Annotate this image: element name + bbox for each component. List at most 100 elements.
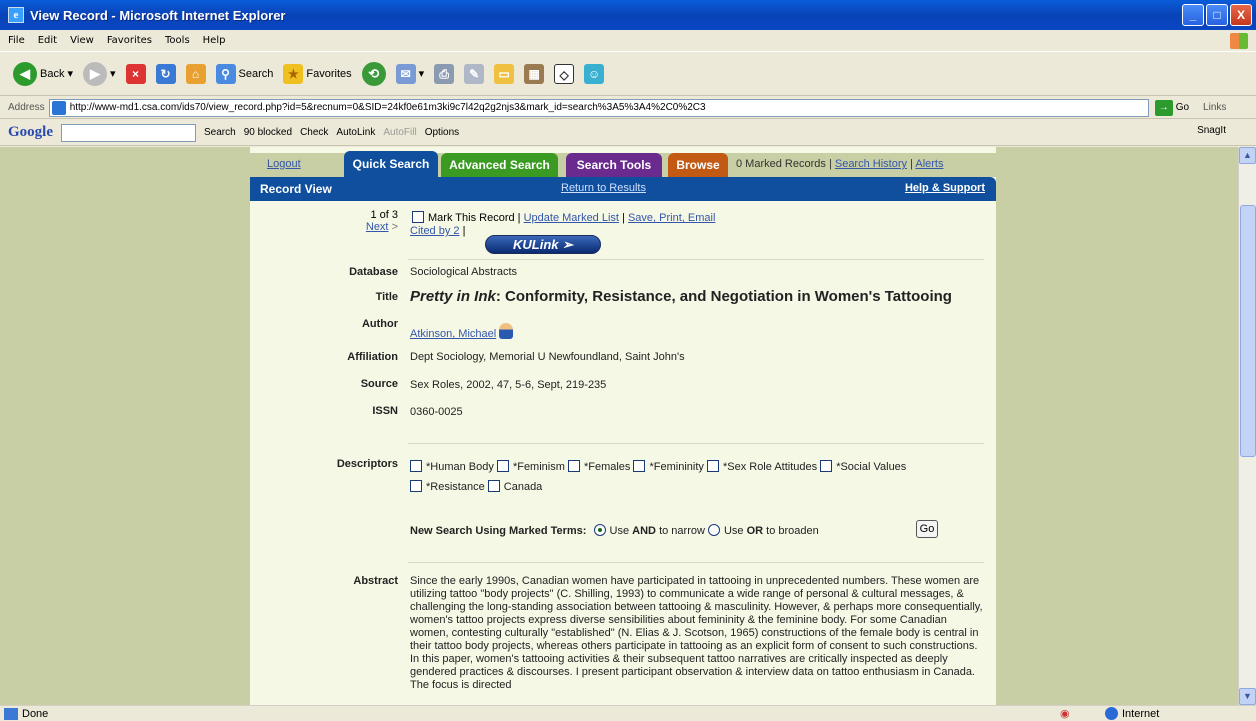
page-done-icon [4,707,18,720]
return-to-results-link[interactable]: Return to Results [561,182,646,194]
research-button[interactable]: ▦ [521,63,547,84]
abstract-text: Since the early 1990s, Canadian women ha… [410,575,983,691]
page-icon [51,100,66,115]
descriptor-checkbox[interactable] [410,480,422,492]
tab-search-tools[interactable]: Search Tools [566,153,662,177]
alerts-link[interactable]: Alerts [915,158,943,170]
marked-records-bar: 0 Marked Records | Search History | Aler… [736,158,944,170]
tab-quick-search[interactable]: Quick Search [344,151,438,177]
menu-tools[interactable]: Tools [165,35,190,46]
author-link[interactable]: Atkinson, Michael [410,328,496,340]
menu-help[interactable]: Help [203,35,226,46]
go-search-button[interactable]: Go [916,520,938,538]
home-button[interactable]: ⌂ [183,63,209,84]
address-bar: Address http://www-md1.csa.com/ids70/vie… [0,97,1256,119]
descriptor-item[interactable]: *Social Values [820,460,906,473]
print-button[interactable]: ⎙ [431,63,457,84]
edit-button[interactable]: ✎ [461,63,487,84]
search-history-link[interactable]: Search History [835,158,907,170]
mail-button[interactable]: ✉ ▾ [393,63,428,84]
menu-edit[interactable]: Edit [38,35,57,46]
windows-logo-icon [1230,33,1248,49]
spell-check-button[interactable]: Check [300,127,328,138]
window-icon: ◇ [554,63,575,84]
record-position: 1 of 3 [370,209,398,221]
address-input[interactable]: http://www-md1.csa.com/ids70/view_record… [48,98,1149,117]
scroll-down-button[interactable]: ▼ [1239,688,1256,705]
menu-view[interactable]: View [70,35,94,46]
database-label: Database [349,266,398,278]
folder-button[interactable]: ▭ [491,63,517,84]
and-radio[interactable] [593,524,606,536]
descriptor-item[interactable]: *Femininity [633,460,704,473]
descriptor-checkbox[interactable] [633,460,646,472]
snagit-button[interactable]: SnagIt [1197,125,1226,136]
search-tabs: Logout Quick Search Advanced Search Sear… [250,151,996,177]
autolink-button[interactable]: AutoLink [336,127,375,138]
go-arrow-icon: → [1154,99,1173,116]
minimize-button[interactable]: _ [1182,4,1204,26]
options-button[interactable]: Options [425,127,459,138]
person-icon[interactable] [499,323,514,339]
tab-advanced-search[interactable]: Advanced Search [441,153,558,177]
next-link[interactable]: Next [366,221,389,233]
home-icon: ⌂ [185,63,206,84]
favorites-button[interactable]: ★ Favorites [280,63,354,84]
descriptor-item[interactable]: *Resistance [410,480,485,493]
refresh-icon: ↻ [155,63,176,84]
stop-icon: × [125,63,146,84]
descriptor-item[interactable]: Canada [487,480,542,493]
search-button[interactable]: ⚲ Search [213,63,277,84]
close-button[interactable]: X [1230,4,1252,26]
help-support-link[interactable]: Help & Support [905,182,985,194]
descriptor-item[interactable]: *Feminism [496,460,565,473]
forward-arrow-icon: ▶ [83,61,107,86]
back-button[interactable]: ◀ Back ▾ [10,61,76,86]
descriptor-item[interactable]: *Human Body [410,460,494,473]
descriptor-checkbox[interactable] [706,460,719,472]
affiliation-label: Affiliation [347,351,398,363]
tab-browse[interactable]: Browse [668,153,728,177]
save-print-email-link[interactable]: Save, Print, Email [628,212,715,224]
descriptor-item[interactable]: *Females [567,460,630,473]
security-icon: ◉ [1060,708,1070,720]
google-search-button[interactable]: Search [204,127,236,138]
vertical-scrollbar[interactable]: ▲ ▼ [1238,147,1256,705]
logout-link[interactable]: Logout [267,158,301,170]
cited-by-link[interactable]: Cited by 2 [410,225,460,237]
descriptor-checkbox[interactable] [567,460,580,472]
maximize-button[interactable]: □ [1206,4,1228,26]
new-search-row: New Search Using Marked Terms: Use AND t… [410,524,819,537]
go-button[interactable]: → Go [1154,99,1189,116]
author-label: Author [361,318,398,330]
kulink-button[interactable]: KULink ➢ [485,235,601,254]
mail-icon: ✉ [395,63,416,84]
google-search-input[interactable] [61,123,196,142]
google-logo[interactable]: Google [8,124,53,141]
menu-favorites[interactable]: Favorites [107,35,152,46]
messenger-button[interactable]: ☺ [581,63,607,84]
forward-button[interactable]: ▶ ▾ [80,61,119,86]
scroll-up-button[interactable]: ▲ [1239,147,1256,164]
descriptor-checkbox[interactable] [487,480,500,492]
record-view-bar: Record View Return to Results Help & Sup… [250,177,996,201]
descriptor-checkbox[interactable] [410,460,422,472]
descriptor-item[interactable]: *Sex Role Attitudes [706,460,817,473]
update-marked-list-link[interactable]: Update Marked List [524,212,619,224]
history-button[interactable]: ⟲ [359,61,389,86]
refresh-button[interactable]: ↻ [153,63,179,84]
record-view-title: Record View [260,182,332,196]
stop-button[interactable]: × [123,63,149,84]
descriptor-checkbox[interactable] [496,460,509,472]
scroll-thumb[interactable] [1240,205,1256,457]
links-button[interactable]: Links [1203,102,1226,113]
source-value: Sex Roles, 2002, 47, 5-6, Sept, 219-235 [410,379,607,391]
or-radio[interactable] [707,524,720,536]
popup-blocked[interactable]: 90 blocked [244,127,292,138]
window-button[interactable]: ◇ [551,63,577,84]
autofill-button[interactable]: AutoFill [383,127,416,138]
menu-file[interactable]: File [8,35,25,46]
messenger-icon: ☺ [584,63,605,84]
descriptor-checkbox[interactable] [820,460,833,472]
mark-record-checkbox[interactable] [412,211,424,223]
